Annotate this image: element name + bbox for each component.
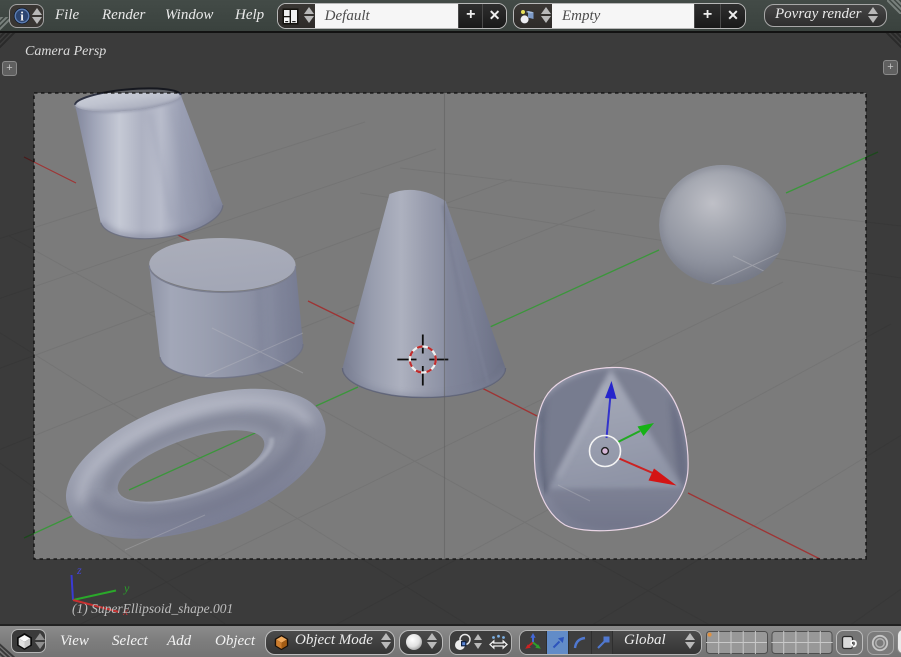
svg-text:y: y bbox=[123, 581, 130, 595]
svg-text:z: z bbox=[76, 563, 82, 577]
svg-text:i: i bbox=[20, 9, 24, 24]
